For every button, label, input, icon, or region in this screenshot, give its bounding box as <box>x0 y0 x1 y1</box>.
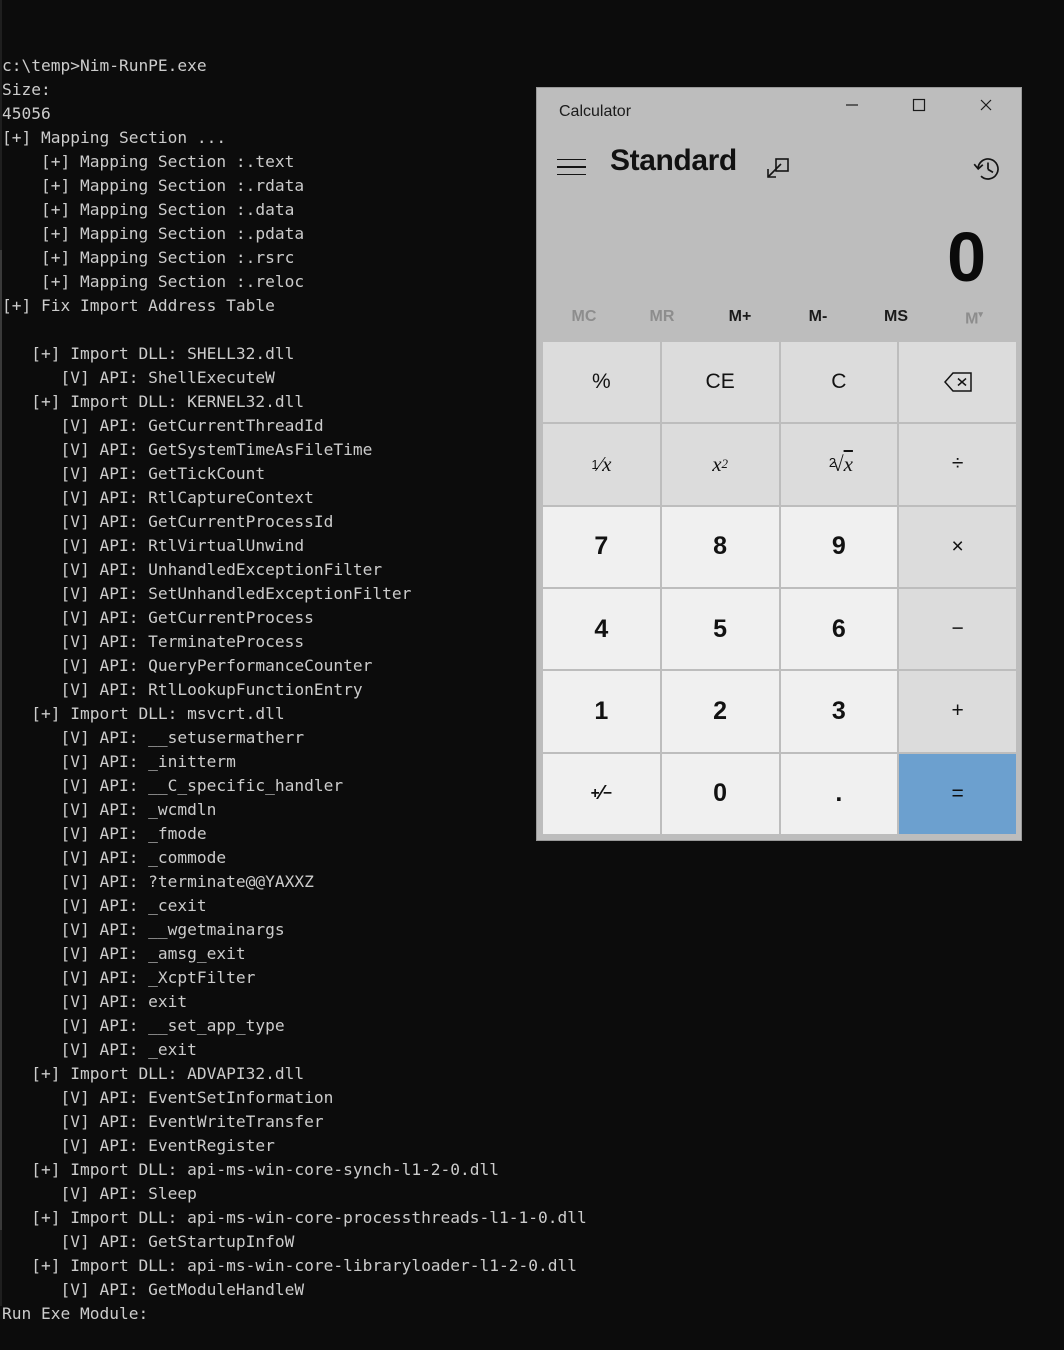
minimize-button[interactable] <box>827 88 877 122</box>
terminal-line: [V] API: EventRegister <box>2 1136 275 1155</box>
key-percent[interactable]: % <box>543 342 660 423</box>
app-bar: Standard <box>537 136 1021 198</box>
terminal-line: [V] API: GetModuleHandleW <box>2 1280 305 1299</box>
display-value: 0 <box>947 218 986 296</box>
window-title: Calculator <box>559 103 632 120</box>
titlebar[interactable]: Calculator <box>537 88 1021 136</box>
terminal-line: [+] Import DLL: api-ms-win-core-processt… <box>2 1208 587 1227</box>
page-title: Standard <box>610 144 737 177</box>
memory-button-mr: MR <box>649 308 675 325</box>
history-icon <box>973 158 999 180</box>
close-button[interactable] <box>961 88 1011 122</box>
memory-button-row: MC MR M+ M- MS M▾ <box>537 296 1021 338</box>
terminal-line: [V] API: __wgetmainargs <box>2 920 285 939</box>
terminal-line: [V] API: exit <box>2 992 188 1011</box>
key-six[interactable]: 6 <box>780 589 898 670</box>
keep-on-top-icon <box>767 158 789 178</box>
chevron-down-icon: ▾ <box>978 309 983 320</box>
memory-button-ms[interactable]: MS <box>857 296 935 338</box>
memory-button-m: M▾ <box>935 293 1013 340</box>
keep-on-top-button[interactable] <box>763 154 793 184</box>
memory-button-mc: MC <box>571 308 597 325</box>
key-negate[interactable]: + ⁄ − <box>543 753 660 834</box>
terminal-line: [V] API: _cexit <box>2 896 207 915</box>
key-decimal[interactable]: . <box>780 753 898 834</box>
terminal-scrollbar-track[interactable] <box>0 0 2 1306</box>
key-backspace[interactable] <box>899 342 1016 423</box>
terminal-line: [V] API: __set_app_type <box>2 1016 285 1035</box>
terminal-line: [V] API: ?terminate@@YAXXZ <box>2 872 314 891</box>
terminal-line: [+] Import DLL: api-ms-win-core-synch-l1… <box>2 1160 500 1179</box>
terminal-line: [V] API: _exit <box>2 1040 197 1059</box>
terminal-line: [V] API: EventSetInformation <box>2 1088 334 1107</box>
terminal-line: [+] Import DLL: ADVAPI32.dll <box>2 1064 305 1083</box>
key-multiply[interactable]: × <box>899 506 1016 587</box>
terminal-line: [V] API: Sleep <box>2 1184 197 1203</box>
key-clear-entry[interactable]: CE <box>661 342 779 423</box>
terminal-line: [V] API: EventWriteTransfer <box>2 1112 324 1131</box>
key-eight[interactable]: 8 <box>661 506 779 587</box>
key-two[interactable]: 2 <box>661 671 779 752</box>
calculator-display: 0 <box>537 198 1021 296</box>
backspace-icon <box>943 372 972 392</box>
calculator-window: Calculator Standard 0 MC MR M+ M- MS M▾ … <box>537 88 1021 840</box>
key-five[interactable]: 5 <box>661 589 779 670</box>
terminal-scrollbar-thumb[interactable] <box>0 250 2 1230</box>
key-reciprocal[interactable]: 1 ⁄x <box>543 424 660 505</box>
key-add[interactable]: + <box>899 671 1016 752</box>
memory-dropdown-label: M <box>965 310 979 328</box>
hamburger-icon[interactable] <box>557 150 595 184</box>
key-clear[interactable]: C <box>780 342 898 423</box>
terminal-line: [V] API: _XcptFilter <box>2 968 256 987</box>
maximize-button[interactable] <box>894 88 944 122</box>
key-square[interactable]: x2 <box>661 424 779 505</box>
key-one[interactable]: 1 <box>543 671 660 752</box>
key-nine[interactable]: 9 <box>780 506 898 587</box>
key-seven[interactable]: 7 <box>543 506 660 587</box>
memory-button-m[interactable]: M- <box>779 296 857 338</box>
key-equals[interactable]: = <box>899 753 1016 834</box>
memory-button-m[interactable]: M+ <box>701 296 779 338</box>
terminal-line: c:\temp>Nim-RunPE.exe <box>2 56 207 75</box>
keypad: % CE C 1 ⁄x x 2 2 √x ÷ 7 8 9 × 4 5 6− 1 2 3 + + ⁄ −0. = <box>537 338 1021 840</box>
key-three[interactable]: 3 <box>780 671 898 752</box>
key-zero[interactable]: 0 <box>661 753 779 834</box>
history-button[interactable] <box>971 152 1005 186</box>
terminal-line: [V] API: GetStartupInfoW <box>2 1232 295 1251</box>
key-four[interactable]: 4 <box>543 589 660 670</box>
terminal-line: [V] API: _commode <box>2 848 227 867</box>
key-subtract[interactable]: − <box>899 589 1016 670</box>
maximize-icon <box>912 98 926 112</box>
terminal-line: [V] API: _amsg_exit <box>2 944 246 963</box>
key-square-root[interactable]: 2 √x <box>780 424 898 505</box>
key-divide[interactable]: ÷ <box>899 424 1016 505</box>
terminal-line: [+] Import DLL: api-ms-win-core-libraryl… <box>2 1256 577 1275</box>
close-icon <box>980 99 992 111</box>
minimize-icon <box>846 104 858 106</box>
